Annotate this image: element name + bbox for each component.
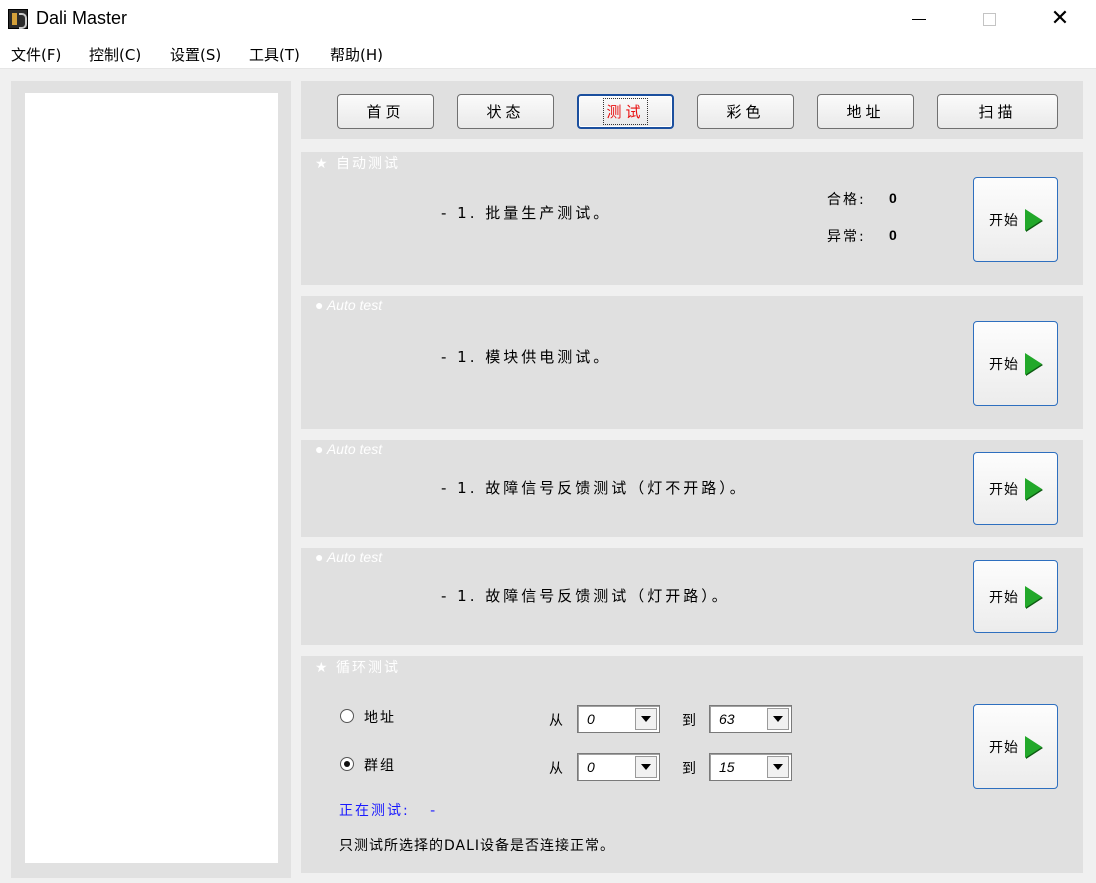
menu-bar: 文件(F) 控制(C) 设置(S) 工具(T) 帮助(H) [0, 38, 1096, 68]
menu-file[interactable]: 文件(F) [11, 44, 61, 65]
power-test-section: ● Auto test - 1. 模块供电测试。 开始 [301, 296, 1083, 429]
close-icon: ✕ [1050, 6, 1070, 31]
fault-open-test-text: - 1. 故障信号反馈测试（灯不开路）。 [441, 479, 748, 497]
fail-label: 异常: [827, 229, 866, 245]
group-radio[interactable] [340, 757, 354, 771]
app-icon [8, 9, 28, 29]
batch-test-title: ★ 自动测试 [315, 156, 401, 172]
device-list[interactable] [25, 93, 278, 863]
fault-closed-test-text: - 1. 故障信号反馈测试（灯开路）。 [441, 587, 730, 605]
chevron-down-icon [767, 708, 789, 730]
tab-home-label: 首页 [366, 103, 405, 121]
fault-closed-start-label: 开始 [989, 589, 1019, 606]
fault-open-test-section: ● Auto test - 1. 故障信号反馈测试（灯不开路）。 开始 [301, 440, 1083, 537]
chevron-down-icon [635, 756, 657, 778]
testing-status: 正在测试: - [339, 800, 437, 820]
power-start-label: 开始 [989, 356, 1019, 373]
batch-test-section: ★ 自动测试 - 1. 批量生产测试。 合格: 0 异常: 0 开始 [301, 152, 1083, 285]
address-from-label: 从 [549, 713, 565, 729]
tab-address-label: 地址 [846, 103, 885, 121]
chevron-down-icon [635, 708, 657, 730]
loop-test-title: ★ 循环测试 [315, 660, 401, 676]
address-to-value: 63 [719, 711, 735, 727]
maximize-button[interactable] [966, 0, 1012, 38]
close-button[interactable]: ✕ [1037, 0, 1083, 38]
power-start-button[interactable]: 开始 [973, 321, 1058, 406]
client-area: 首页 状态 测试 彩色 地址 扫描 ★ 自动测试 - 1. 批量生产测试。 合格… [0, 68, 1096, 883]
tab-test-label: 测试 [603, 98, 648, 125]
address-radio[interactable] [340, 709, 354, 723]
title-bar: Dali Master ✕ [0, 0, 1096, 38]
group-to-value: 15 [719, 759, 735, 775]
tab-home[interactable]: 首页 [337, 94, 434, 129]
fault-closed-start-button[interactable]: 开始 [973, 560, 1058, 633]
pass-label: 合格: [827, 192, 866, 208]
batch-start-label: 开始 [989, 212, 1019, 229]
loop-test-note: 只测试所选择的DALI设备是否连接正常。 [339, 838, 616, 854]
loop-test-section: ★ 循环测试 地址 从 0 到 63 群组 从 0 到 15 正在测试: - 只… [301, 656, 1083, 873]
group-to-label: 到 [682, 761, 698, 777]
play-icon [1025, 352, 1042, 375]
batch-start-button[interactable]: 开始 [973, 177, 1058, 262]
testing-status-value: - [430, 803, 438, 819]
power-test-title: ● Auto test [315, 297, 383, 313]
fault-closed-test-title: ● Auto test [315, 549, 383, 565]
tab-address[interactable]: 地址 [817, 94, 914, 129]
play-icon [1025, 477, 1042, 500]
tab-status-label: 状态 [486, 103, 525, 121]
group-radio-label: 群组 [364, 758, 396, 774]
group-from-label: 从 [549, 761, 565, 777]
address-from-select[interactable]: 0 [577, 705, 660, 733]
address-radio-label: 地址 [364, 710, 396, 726]
group-from-select[interactable]: 0 [577, 753, 660, 781]
loop-start-button[interactable]: 开始 [973, 704, 1058, 789]
address-from-value: 0 [587, 711, 595, 727]
fault-open-start-label: 开始 [989, 481, 1019, 498]
tab-color[interactable]: 彩色 [697, 94, 794, 129]
address-to-label: 到 [682, 713, 698, 729]
testing-status-label: 正在测试: [339, 803, 410, 819]
menu-control[interactable]: 控制(C) [89, 44, 141, 65]
minimize-icon [912, 18, 926, 20]
play-icon [1025, 585, 1042, 608]
left-panel [11, 81, 291, 878]
tab-test[interactable]: 测试 [577, 94, 674, 129]
minimize-button[interactable] [896, 0, 942, 38]
menu-settings[interactable]: 设置(S) [170, 44, 221, 65]
fault-open-test-title: ● Auto test [315, 441, 383, 457]
tab-scan[interactable]: 扫描 [937, 94, 1058, 129]
batch-test-text: - 1. 批量生产测试。 [441, 204, 612, 222]
group-from-value: 0 [587, 759, 595, 775]
power-test-text: - 1. 模块供电测试。 [441, 348, 612, 366]
group-to-select[interactable]: 15 [709, 753, 792, 781]
tab-scan-label: 扫描 [978, 103, 1017, 121]
fault-closed-test-section: ● Auto test - 1. 故障信号反馈测试（灯开路）。 开始 [301, 548, 1083, 645]
pass-value: 0 [889, 190, 897, 206]
tab-bar: 首页 状态 测试 彩色 地址 扫描 [301, 81, 1083, 139]
maximize-icon [982, 12, 996, 26]
loop-start-label: 开始 [989, 739, 1019, 756]
fault-open-start-button[interactable]: 开始 [973, 452, 1058, 525]
play-icon [1025, 208, 1042, 231]
fail-value: 0 [889, 227, 897, 243]
tab-color-label: 彩色 [726, 103, 765, 121]
tab-status[interactable]: 状态 [457, 94, 554, 129]
address-to-select[interactable]: 63 [709, 705, 792, 733]
play-icon [1025, 735, 1042, 758]
menu-tools[interactable]: 工具(T) [249, 44, 300, 65]
window-title: Dali Master [36, 8, 128, 28]
chevron-down-icon [767, 756, 789, 778]
menu-help[interactable]: 帮助(H) [330, 44, 383, 65]
